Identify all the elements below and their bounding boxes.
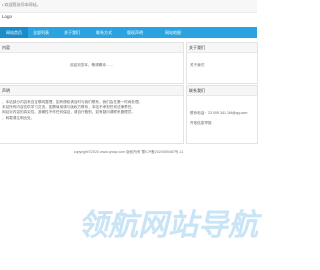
nav-item-home[interactable]: 网站首页 [0, 27, 28, 38]
content-panel-title: 内容 [2, 45, 10, 50]
about-panel-title: 关于我们 [189, 45, 205, 50]
about-panel-header: 关于我们 [187, 43, 257, 53]
nav-item-sitemap[interactable]: 网站地图 [165, 30, 181, 36]
content-panel: 内容 欢迎浏览本，敬请期待…… [0, 42, 184, 84]
top-bar: • 欢迎您访问本网站。 [0, 0, 257, 13]
nav-item-copyright[interactable]: 版权声明 [127, 30, 143, 36]
contact-panel-header: 联系我们 [187, 86, 257, 96]
main-nav: 网站首页 全部列表 关于我们 联系方式 版权声明 网站地图 [0, 27, 257, 38]
nav-item-list[interactable]: 全部列表 [33, 30, 49, 36]
watermark-logo: 领航网站导航 [78, 209, 258, 242]
contact-email: 齐依信息举报 [190, 121, 212, 125]
content-panel-header: 内容 [0, 43, 183, 53]
contact-phone: 联系电话：23 009 341 1M@qq.com [190, 111, 248, 115]
site-logo[interactable]: Logo [2, 14, 12, 19]
welcome-text: • 欢迎您访问本网站。 [2, 2, 41, 7]
notice-panel-header: 声明 [0, 86, 183, 96]
about-panel: 关于我们 关于我们 [186, 42, 258, 84]
footer-copyright: copyright©2020 www.qnxqr.com 版权所有 蜀ICP备2… [73, 150, 184, 154]
notice-panel-title: 声明 [2, 88, 10, 93]
content-panel-body: 欢迎浏览本，敬请期待…… [69, 63, 114, 67]
nav-item-about[interactable]: 关于我们 [64, 30, 80, 36]
notice-panel-body: ，本站部分内容来自互联网整理，如有侵权请及时与我们联系，我们会在第一时间处理。 … [2, 100, 180, 121]
contact-panel: 联系我们 联系电话：23 009 341 1M@qq.com 齐依信息举报 [186, 85, 258, 144]
about-panel-body: 关于我们 [190, 63, 205, 67]
notice-panel: 声明 ，本站部分内容来自互联网整理，如有侵权请及时与我们联系，我们会在第一时间处… [0, 85, 184, 144]
notice-line: ，转载请注明出处。 [2, 115, 35, 120]
contact-panel-title: 联系我们 [189, 88, 205, 93]
nav-item-contact[interactable]: 联系方式 [96, 30, 112, 36]
